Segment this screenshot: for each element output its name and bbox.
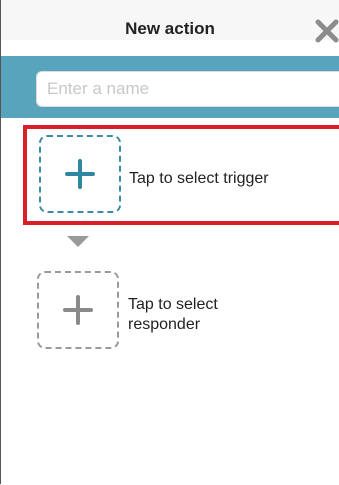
title-bar: New action xyxy=(1,0,339,40)
close-icon[interactable] xyxy=(314,18,339,44)
plus-icon xyxy=(65,159,95,189)
page-title: New action xyxy=(125,19,215,38)
trigger-label: Tap to select trigger xyxy=(129,170,269,187)
down-arrow-icon xyxy=(67,236,89,247)
select-trigger-button[interactable] xyxy=(39,135,121,213)
name-input[interactable] xyxy=(36,71,339,107)
select-responder-button[interactable] xyxy=(37,271,119,349)
plus-icon xyxy=(63,295,93,325)
responder-label: Tap to select responder xyxy=(128,296,218,333)
